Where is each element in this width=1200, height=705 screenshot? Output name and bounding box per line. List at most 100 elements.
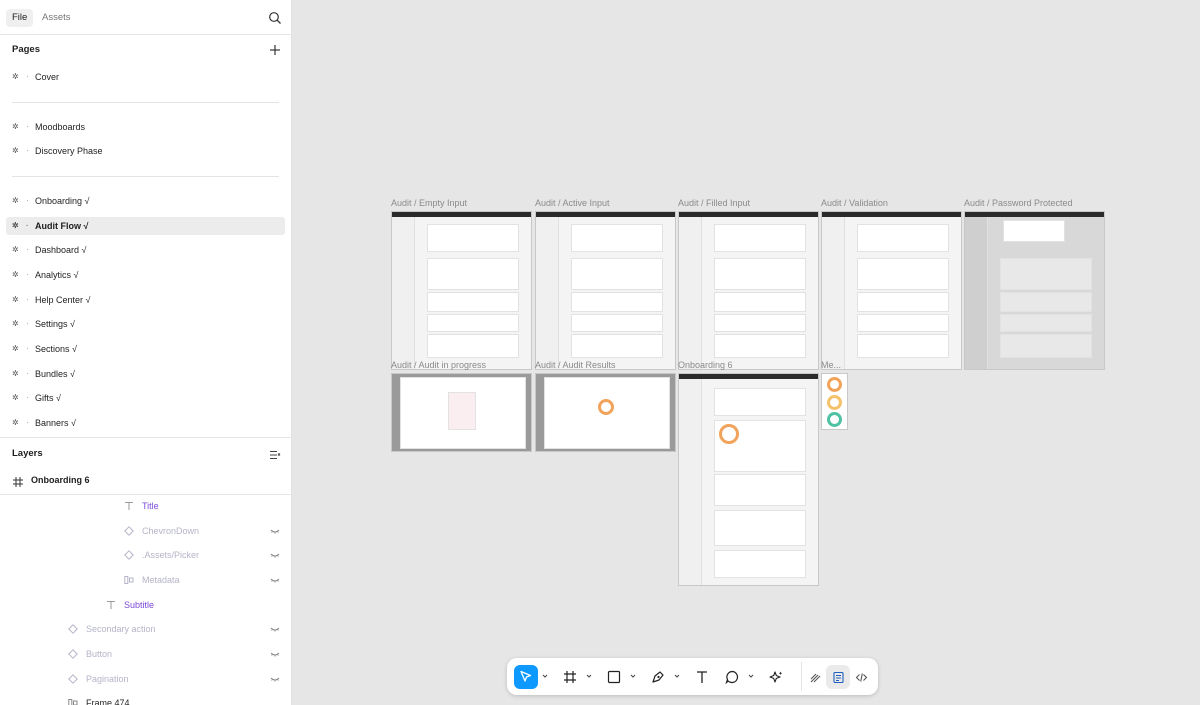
frame-label-me[interactable]: Me...	[821, 360, 841, 370]
page-label: Settings √	[35, 319, 75, 329]
page-item-settings[interactable]: ✲ · Settings √	[6, 315, 285, 333]
dev-mode-icon	[832, 671, 844, 683]
page-icon: ✲	[12, 146, 19, 155]
page-icon: ✲	[12, 245, 19, 254]
shape-tool-button[interactable]	[602, 665, 626, 689]
frame-label-audit-results[interactable]: Audit / Audit Results	[535, 360, 616, 370]
bullet-icon: ·	[26, 418, 29, 427]
rectangle-icon	[607, 670, 621, 684]
collapse-layers-icon[interactable]	[269, 449, 281, 461]
page-icon: ✲	[12, 295, 19, 304]
code-mode-button[interactable]	[849, 665, 873, 689]
layer-label: Secondary action	[86, 624, 156, 634]
page-icon: ✲	[12, 369, 19, 378]
page-label: Audit Flow √	[35, 221, 89, 231]
chevron-down-icon[interactable]	[542, 673, 548, 679]
layer-label: Metadata	[142, 575, 180, 585]
frame-thumbnail-onboarding-6[interactable]	[678, 373, 819, 586]
add-page-icon[interactable]	[269, 44, 281, 56]
search-icon[interactable]	[268, 11, 282, 25]
component-instance-icon	[124, 526, 134, 536]
frame-tool-icon	[564, 671, 576, 683]
page-item-gifts[interactable]: ✲ · Gifts √	[6, 389, 285, 407]
text-tool-button[interactable]	[690, 665, 714, 689]
layers-divider	[0, 437, 291, 438]
page-item-onboarding[interactable]: ✲ · Onboarding √	[6, 192, 285, 210]
chevron-down-icon[interactable]	[630, 673, 636, 679]
frame-label-empty-input[interactable]: Audit / Empty Input	[391, 198, 467, 208]
page-icon: ✲	[12, 196, 19, 205]
frame-thumbnail[interactable]	[391, 211, 532, 370]
page-icon: ✲	[12, 122, 19, 131]
frame-row[interactable]: Onboarding 6	[0, 472, 291, 495]
frame-icon	[13, 477, 23, 487]
layer-label: .Assets/Picker	[142, 550, 200, 560]
page-item-banners[interactable]: ✲ · Banners √	[6, 414, 285, 432]
text-layer-icon	[125, 502, 133, 510]
frame-tool-button[interactable]	[558, 665, 582, 689]
frame-label-onboarding-6[interactable]: Onboarding 6	[678, 360, 733, 370]
layer-label: Subtitle	[124, 600, 155, 610]
bullet-icon: ·	[26, 319, 29, 328]
frame-thumbnail[interactable]	[678, 211, 819, 370]
comment-icon	[725, 670, 739, 684]
hidden-eye-icon[interactable]	[270, 624, 280, 634]
dev-mode-button[interactable]	[826, 665, 850, 689]
bullet-icon: ·	[26, 122, 29, 131]
page-item-help-center[interactable]: ✲ · Help Center √	[6, 291, 285, 309]
toolbar-divider	[801, 662, 802, 691]
frame-label-active-input[interactable]: Audit / Active Input	[535, 198, 610, 208]
chevron-down-icon[interactable]	[748, 673, 754, 679]
bullet-icon: ·	[26, 295, 29, 304]
component-instance-icon	[68, 649, 78, 659]
page-item-moodboards[interactable]: ✲ · Moodboards	[6, 118, 285, 136]
move-tool-button[interactable]	[514, 665, 538, 689]
page-label: Help Center √	[35, 295, 91, 305]
frame-label-audit-in-progress[interactable]: Audit / Audit in progress	[391, 360, 486, 370]
page-label: Analytics √	[35, 270, 79, 280]
pen-tool-button[interactable]	[646, 665, 670, 689]
layer-label: Pagination	[86, 674, 129, 684]
actions-tool-button[interactable]	[764, 665, 788, 689]
page-icon: ✲	[12, 270, 19, 279]
frame-thumbnail-me[interactable]	[821, 373, 848, 430]
page-item-audit-flow[interactable]: ✲ · Audit Flow √	[6, 217, 285, 235]
hidden-eye-icon[interactable]	[270, 526, 280, 536]
page-item-cover[interactable]: ✲ · Cover	[6, 68, 285, 86]
chevron-down-icon[interactable]	[586, 673, 592, 679]
comment-tool-button[interactable]	[720, 665, 744, 689]
frame-label-filled-input[interactable]: Audit / Filled Input	[678, 198, 750, 208]
design-mode-button[interactable]	[803, 665, 827, 689]
hidden-eye-icon[interactable]	[270, 674, 280, 684]
frame-thumbnail[interactable]	[821, 211, 962, 370]
frame-thumbnail[interactable]	[535, 211, 676, 370]
page-label: Gifts √	[35, 393, 61, 403]
frame-thumbnail[interactable]	[964, 211, 1105, 370]
bullet-icon: ·	[26, 221, 29, 230]
page-item-sections[interactable]: ✲ · Sections √	[6, 340, 285, 358]
bullet-icon: ·	[26, 270, 29, 279]
page-item-analytics[interactable]: ✲ · Analytics √	[6, 266, 285, 284]
bullet-icon: ·	[26, 146, 29, 155]
frame-label-password-protected[interactable]: Audit / Password Protected	[964, 198, 1073, 208]
page-label: Sections √	[35, 344, 77, 354]
page-icon: ✲	[12, 344, 19, 353]
frame-label-validation[interactable]: Audit / Validation	[821, 198, 888, 208]
page-label: Bundles √	[35, 369, 75, 379]
page-label: Cover	[35, 72, 60, 82]
tab-file[interactable]: File	[6, 9, 34, 27]
component-instance-icon	[124, 550, 134, 560]
hidden-eye-icon[interactable]	[270, 550, 280, 560]
tab-assets[interactable]: Assets	[36, 9, 77, 27]
cursor-icon	[520, 670, 532, 682]
component-instance-icon	[68, 624, 78, 634]
frame-thumbnail[interactable]	[535, 373, 676, 452]
hidden-eye-icon[interactable]	[270, 575, 280, 585]
page-item-dashboard[interactable]: ✲ · Dashboard √	[6, 241, 285, 259]
page-item-discovery-phase[interactable]: ✲ · Discovery Phase	[6, 142, 285, 160]
chevron-down-icon[interactable]	[674, 673, 680, 679]
frame-thumbnail[interactable]	[391, 373, 532, 452]
bullet-icon: ·	[26, 196, 29, 205]
hidden-eye-icon[interactable]	[270, 649, 280, 659]
page-item-bundles[interactable]: ✲ · Bundles √	[6, 365, 285, 383]
